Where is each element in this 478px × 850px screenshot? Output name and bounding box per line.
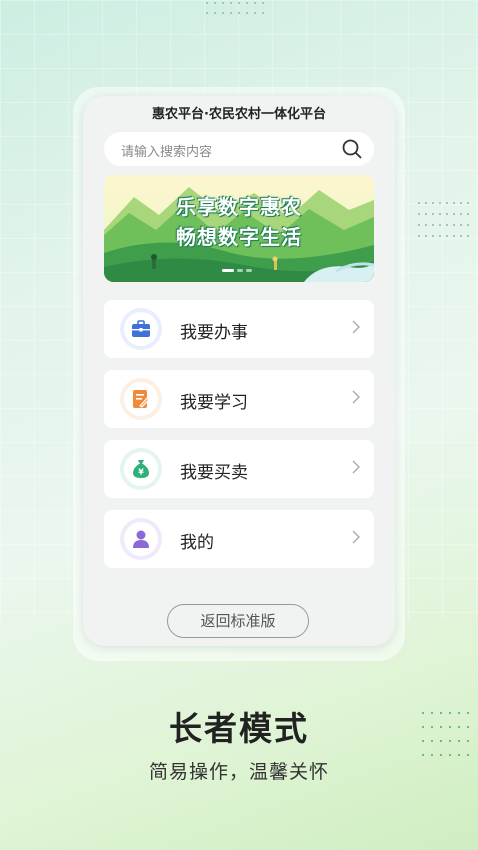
back-to-standard-button[interactable]: 返回标准版: [167, 604, 309, 638]
svg-text:¥: ¥: [138, 468, 144, 477]
app-title: 惠农平台·农民农村一体化平台: [152, 107, 326, 122]
menu-item-mine[interactable]: 我的: [104, 510, 374, 568]
phone-screen: 惠农平台·农民农村一体化平台 请输入搜索内容 乐享数字惠农 畅想数字生活 我要办…: [83, 96, 395, 646]
menu-icon-wrap: [120, 378, 162, 420]
search-icon[interactable]: [342, 139, 362, 163]
carousel-indicator: [222, 269, 252, 272]
carousel-dot[interactable]: [246, 269, 252, 272]
menu-item-label: 我要办事: [180, 323, 248, 343]
menu-item-label: 我的: [180, 533, 214, 553]
menu-icon-wrap: [120, 308, 162, 350]
promo-title: 长者模式: [169, 709, 309, 748]
user-icon: [133, 530, 149, 548]
decorative-dots-right: [418, 202, 469, 237]
banner-line-2: 畅想数字生活: [176, 225, 302, 249]
carousel-dot-active[interactable]: [222, 269, 234, 272]
decorative-dots-top: [206, 2, 264, 14]
notebook-pen-icon: [133, 390, 150, 408]
search-placeholder: 请输入搜索内容: [121, 145, 213, 160]
menu-icon-wrap: [120, 518, 162, 560]
carousel-dot[interactable]: [237, 269, 243, 272]
briefcase-icon: [132, 320, 150, 337]
banner-carousel[interactable]: 乐享数字惠农 畅想数字生活: [104, 175, 374, 282]
menu-item-label: 我要学习: [180, 393, 248, 413]
chevron-right-icon: [352, 390, 360, 404]
menu-icon-wrap: ¥: [120, 448, 162, 490]
menu-item-trade[interactable]: ¥ 我要买卖: [104, 440, 374, 498]
money-bag-icon: ¥: [133, 460, 149, 478]
banner-line-1: 乐享数字惠农: [176, 195, 302, 219]
menu-item-study[interactable]: 我要学习: [104, 370, 374, 428]
chevron-right-icon: [352, 460, 360, 474]
chevron-right-icon: [352, 320, 360, 334]
chevron-right-icon: [352, 530, 360, 544]
search-bar[interactable]: 请输入搜索内容: [104, 132, 374, 166]
promo-subtitle: 简易操作，温馨关怀: [148, 761, 329, 783]
menu-item-services[interactable]: 我要办事: [104, 300, 374, 358]
menu-item-label: 我要买卖: [180, 463, 248, 483]
